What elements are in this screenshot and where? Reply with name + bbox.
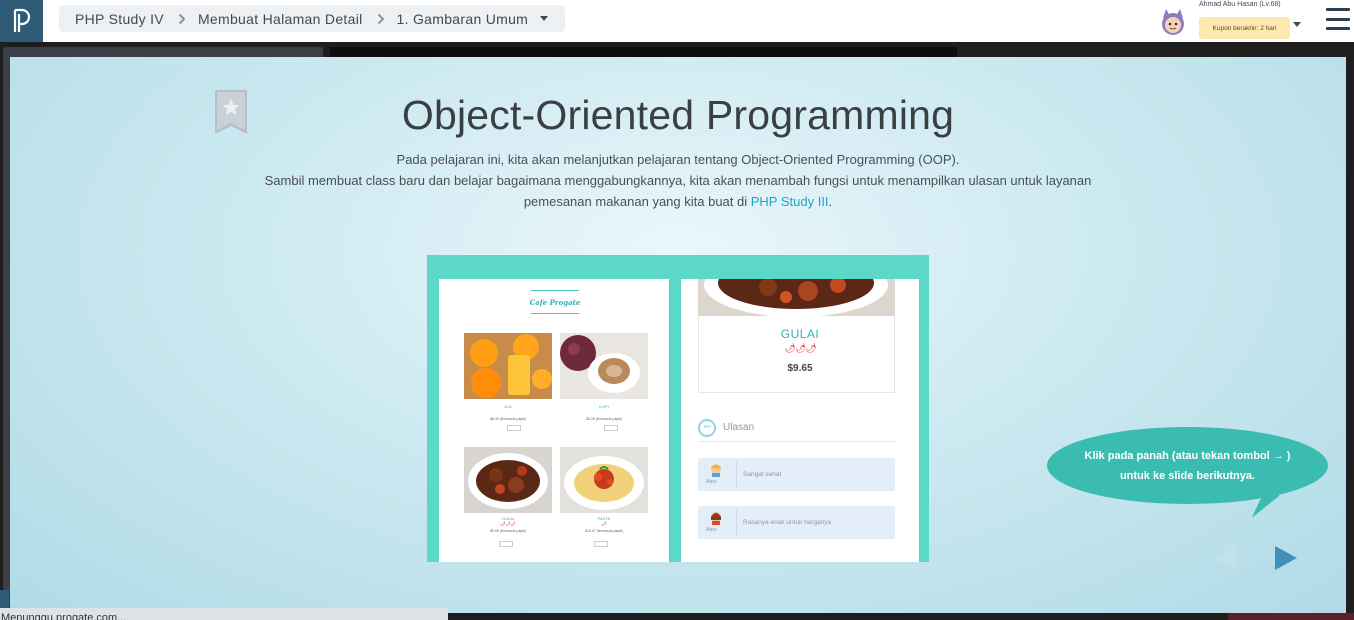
food-spice: 🌶 xyxy=(601,521,607,526)
gulai-image xyxy=(464,447,552,513)
review-user: Alex xyxy=(706,527,717,533)
slide-title: Object-Oriented Programming xyxy=(401,92,955,138)
quantity-input[interactable] xyxy=(604,425,618,431)
user-face-icon xyxy=(709,511,723,525)
description-line: Pada pelajaran ini, kita akan melanjutka… xyxy=(396,152,960,167)
user-name: Ahmad Abu Hasan (Lv.68) xyxy=(1199,1,1281,8)
cafe-logo: Cafe Progate xyxy=(530,290,580,314)
slide-description: Pada pelajaran ini, kita akan melanjutka… xyxy=(160,149,1196,212)
description-line: Sambil membuat class baru dan belajar ba… xyxy=(264,173,1092,188)
food-price: $6.49 (termasuk pajak) xyxy=(490,417,526,421)
quantity-input[interactable] xyxy=(499,541,513,547)
review-user: Alex xyxy=(706,479,717,485)
background-button xyxy=(1228,613,1354,620)
reviews-title: Ulasan xyxy=(723,422,755,433)
preview-image: Cafe Progate JUS $6.49 (termasuk pajak) xyxy=(427,255,929,562)
coffee-image xyxy=(560,333,648,399)
review-text: Rasanya enak untuk harganya xyxy=(743,519,832,526)
quantity-input[interactable] xyxy=(594,541,608,547)
food-name: KOPI xyxy=(599,404,609,409)
juice-image xyxy=(464,333,552,399)
description-text: pemesanan makanan yang kita buat di xyxy=(523,194,751,209)
breadcrumb-slide[interactable]: 1. Gambaran Umum xyxy=(397,11,529,27)
slide-modal: Object-Oriented Programming Pada pelajar… xyxy=(10,57,1346,613)
food-price: $9.65 (termasuk pajak) xyxy=(490,529,526,533)
caret-down-icon[interactable] xyxy=(540,15,549,22)
user-face-icon xyxy=(709,463,723,477)
chevron-right-icon xyxy=(178,13,186,25)
review-item: Alex Sangat sehat xyxy=(698,458,895,491)
php-study-iii-link[interactable]: PHP Study III xyxy=(751,194,829,209)
progate-logo[interactable] xyxy=(0,0,43,42)
reviews-header: ••• Ulasan xyxy=(698,414,895,442)
menu-card: Cafe Progate JUS $6.49 (termasuk pajak) xyxy=(439,279,669,562)
chevron-right-icon xyxy=(377,13,385,25)
dish-name: GULAI xyxy=(780,327,820,341)
description-text: . xyxy=(828,194,833,209)
breadcrumb-course[interactable]: PHP Study IV xyxy=(75,11,164,27)
food-spice: 🌶🌶🌶 xyxy=(500,521,516,526)
review-item: Alex Rasanya enak untuk harganya xyxy=(698,506,895,539)
breadcrumb-lesson[interactable]: Membuat Halaman Detail xyxy=(198,11,363,27)
logo-icon xyxy=(13,8,30,32)
next-arrow-icon[interactable] xyxy=(1274,545,1298,576)
food-name: JUS xyxy=(504,404,512,409)
food-price: $3.25 (termasuk pajak) xyxy=(586,417,622,421)
review-text: Sangat sehat xyxy=(743,471,782,478)
quantity-input[interactable] xyxy=(507,425,521,431)
review-bubble-icon: ••• xyxy=(698,418,716,437)
detail-card: GULAI 🌶🌶🌶 $9.65 ••• Ulasan Alex Sangat s… xyxy=(681,255,919,562)
food-price: $12.07 (termasuk pajak) xyxy=(585,529,623,533)
description-line: pemesanan makanan yang kita buat di PHP … xyxy=(160,191,1196,212)
dish-spice: 🌶🌶🌶 xyxy=(784,343,816,353)
browser-status-bar: Menunggu progate.com... xyxy=(0,608,448,620)
hint-tooltip: Klik pada panah (atau tekan tombol → ) u… xyxy=(1047,427,1328,504)
review-divider xyxy=(736,462,737,487)
coupon-badge: Kupon berakhir: 2 hari xyxy=(1199,17,1290,39)
dish-image xyxy=(698,255,895,317)
review-divider xyxy=(736,510,737,535)
hamburger-menu-icon[interactable] xyxy=(1326,8,1350,30)
top-bar: PHP Study IV Membuat Halaman Detail 1. G… xyxy=(0,0,1354,42)
background-tab xyxy=(0,590,9,608)
breadcrumb: PHP Study IV Membuat Halaman Detail 1. G… xyxy=(59,5,565,32)
prev-arrow-icon[interactable] xyxy=(1214,545,1238,576)
pasta-image xyxy=(560,447,648,513)
editor-panel xyxy=(330,47,957,57)
user-avatar[interactable] xyxy=(1157,6,1189,38)
caret-down-icon[interactable] xyxy=(1293,15,1301,33)
dish-price: $9.65 xyxy=(787,363,813,374)
